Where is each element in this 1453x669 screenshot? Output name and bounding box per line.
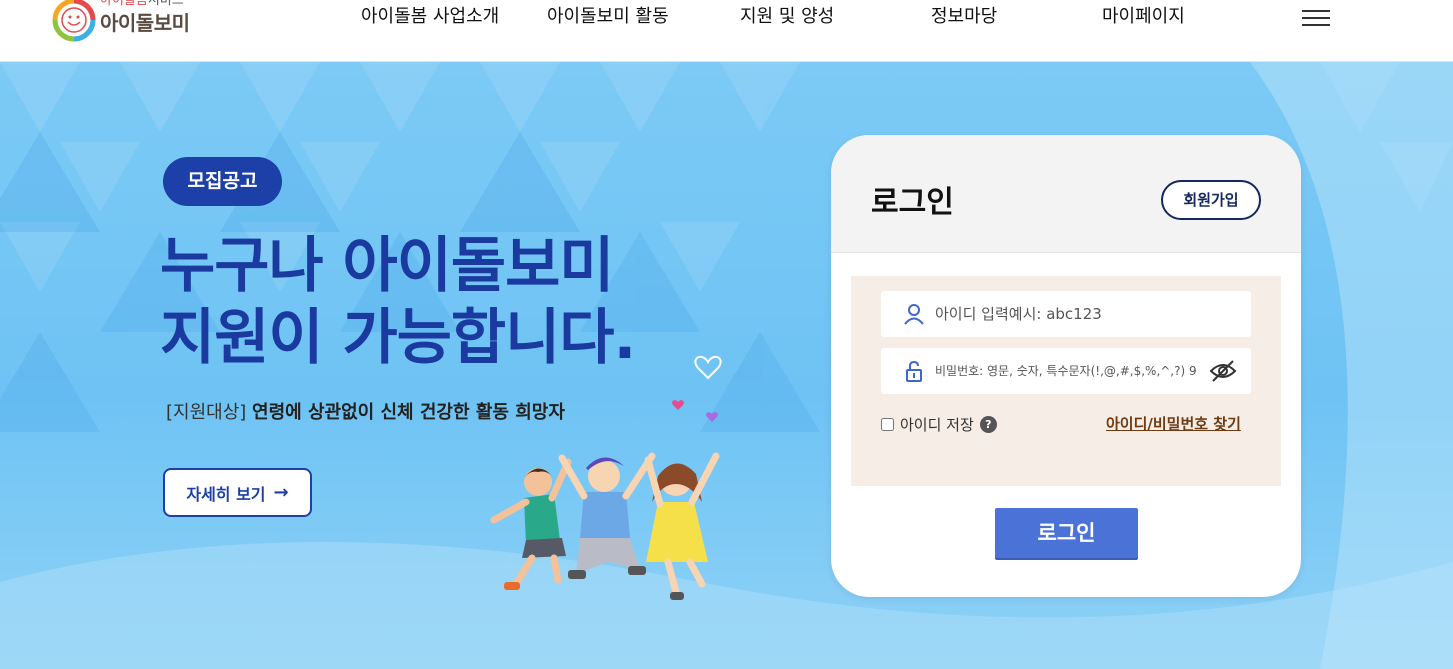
more-button-label: 자세히 보기 — [186, 484, 266, 504]
logo-subtitle-a: 아이돌봄 — [100, 0, 148, 8]
nav-item-support[interactable]: 지원 및 양성 — [740, 6, 834, 28]
lock-icon — [906, 360, 922, 382]
find-account-link[interactable]: 아이디/비밀번호 찾기 — [1106, 413, 1241, 434]
logo-title: 아이돌보미 — [100, 11, 190, 35]
nav-item-info[interactable]: 정보마당 — [931, 6, 997, 28]
menu-icon[interactable] — [1302, 10, 1330, 28]
logo-smile-icon — [52, 0, 96, 42]
recruit-badge: 모집공고 — [163, 157, 282, 206]
nav-item-business[interactable]: 아이돌봄 사업소개 — [361, 6, 499, 28]
eye-off-icon[interactable] — [1209, 359, 1237, 383]
login-card: 로그인 회원가입 아이디 입력예시: abc123 아이디 저장 ? 아이디/비… — [831, 135, 1301, 597]
login-submit-button[interactable]: 로그인 — [995, 508, 1138, 558]
nav-item-mypage[interactable]: 마이페이지 — [1102, 6, 1185, 28]
login-header: 로그인 회원가입 — [831, 135, 1301, 253]
user-icon — [904, 304, 924, 325]
id-field[interactable] — [881, 291, 1251, 337]
save-id-checkbox[interactable] — [881, 418, 894, 431]
id-input[interactable] — [935, 291, 1235, 337]
headline-line1: 누구나 아이돌보미 — [160, 231, 615, 301]
logo-subtitle-b: 서비스 — [147, 0, 184, 8]
nav-item-activity[interactable]: 아이돌보미 활동 — [547, 6, 669, 28]
login-title: 로그인 — [871, 185, 954, 220]
more-button[interactable]: 자세히 보기 → — [163, 468, 312, 517]
site-logo[interactable]: 아이돌봄서비스 아이돌보미 — [52, 0, 212, 46]
login-form: 아이디 저장 ? 아이디/비밀번호 찾기 — [851, 276, 1281, 486]
save-id-label: 아이디 저장 — [900, 416, 974, 434]
question-icon[interactable]: ? — [979, 416, 997, 433]
password-input[interactable] — [935, 348, 1197, 394]
arrow-right-icon: → — [273, 482, 289, 503]
logo-subtitle: 아이돌봄서비스 — [100, 0, 184, 8]
save-id-row[interactable]: 아이디 저장 ? — [881, 414, 997, 435]
join-button[interactable]: 회원가입 — [1161, 180, 1261, 220]
target-tag: [지원대상] — [166, 402, 247, 423]
hero-banner: 모집공고 누구나 아이돌보미 지원이 가능합니다. [지원대상] 연령에 상관없… — [0, 62, 1453, 669]
password-field[interactable] — [881, 348, 1251, 394]
heart-icon — [694, 355, 722, 380]
site-header: 아이돌봄서비스 아이돌보미 아이돌봄 사업소개 아이돌보미 활동 지원 및 양성… — [0, 0, 1453, 62]
kids-illustration — [490, 355, 722, 600]
